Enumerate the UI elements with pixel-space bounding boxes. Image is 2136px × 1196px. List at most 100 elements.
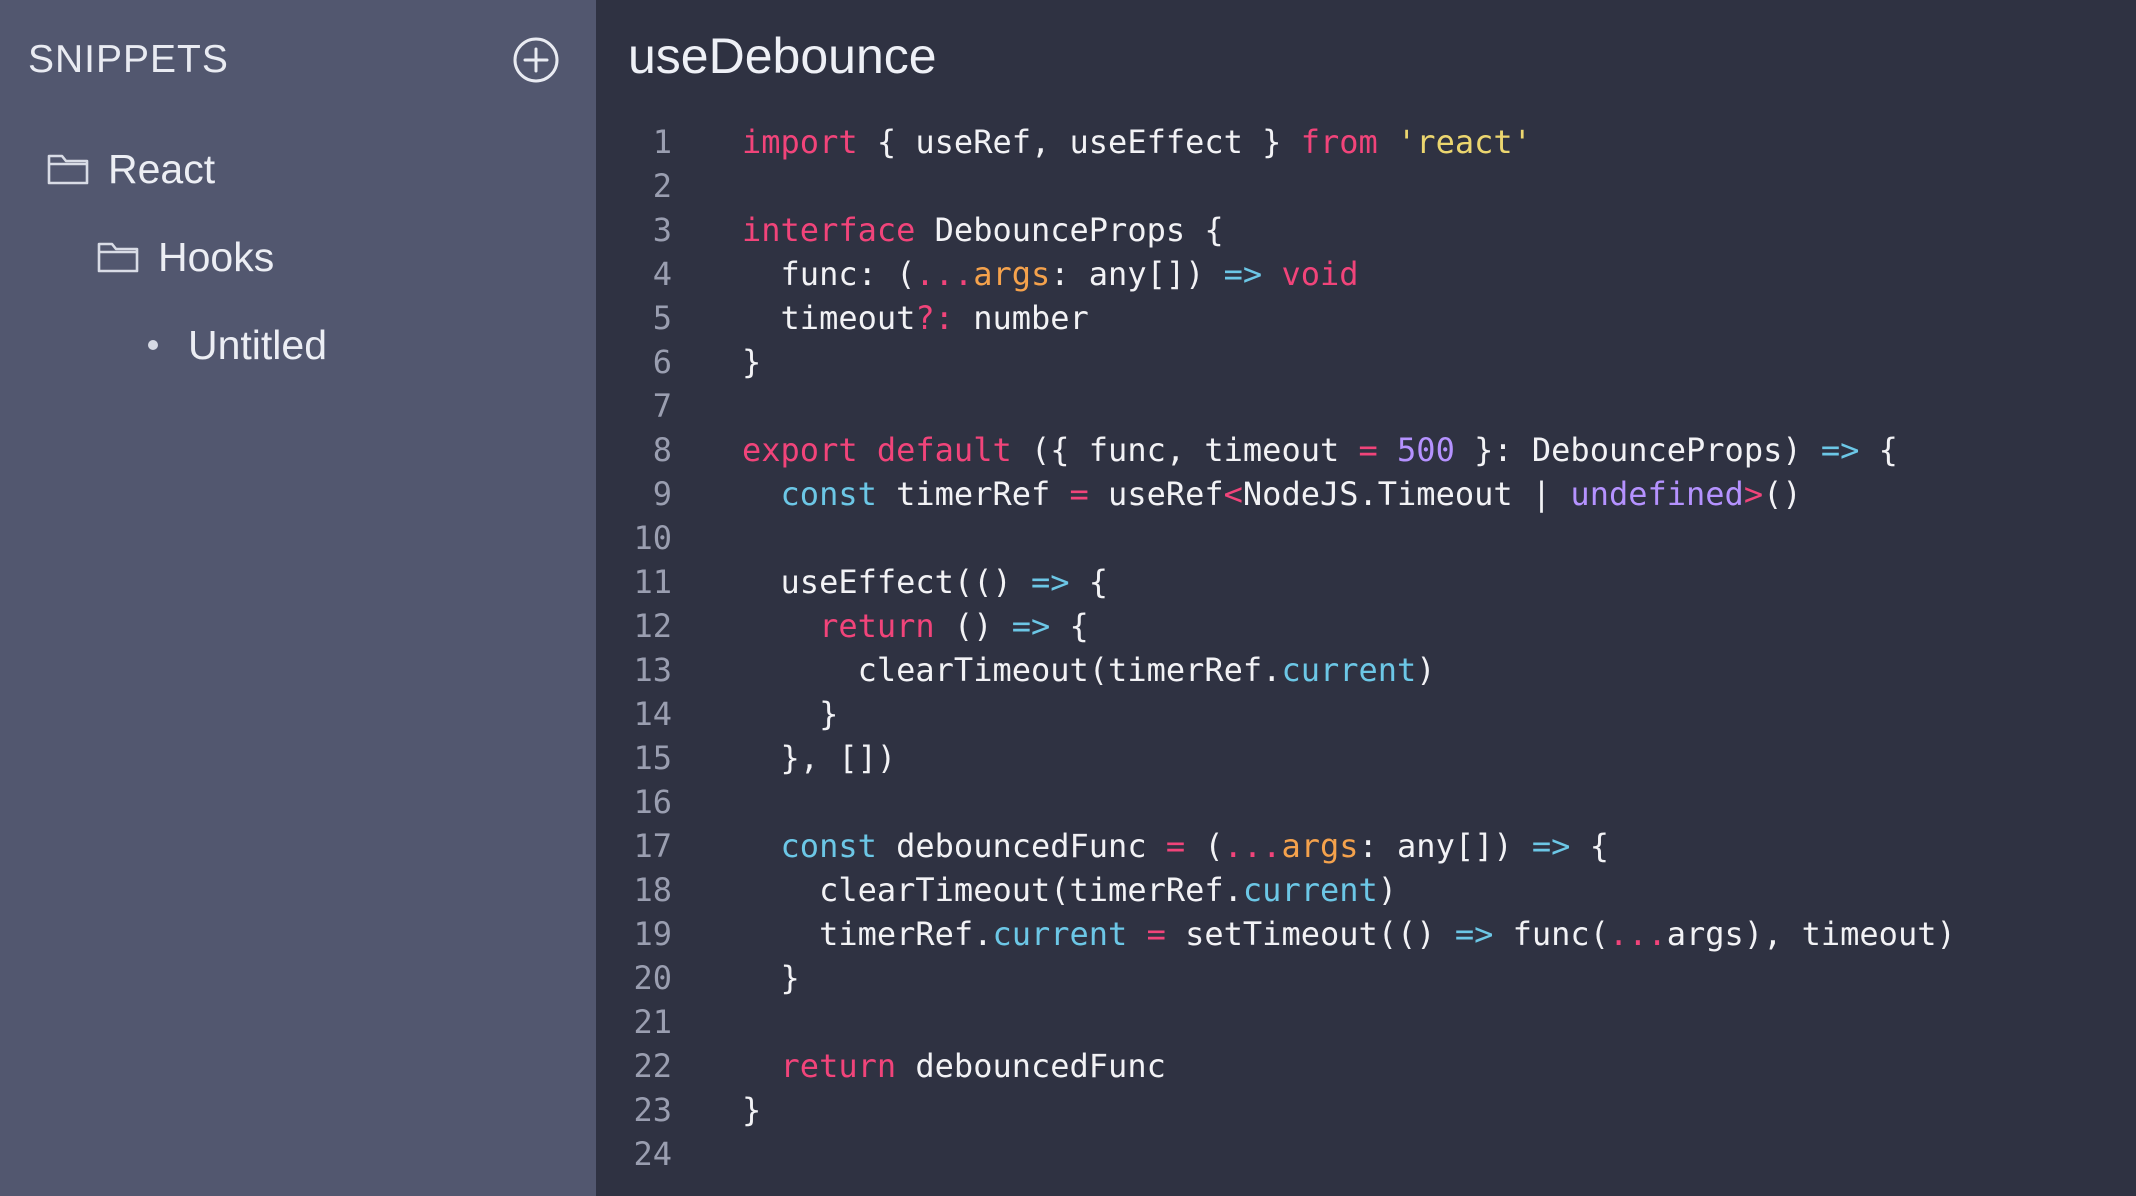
snippet-title[interactable]: useDebounce <box>628 26 937 86</box>
code-token: func( <box>1493 915 1609 953</box>
code-line[interactable]: 3 interface DebounceProps { <box>596 208 2136 252</box>
code-token: useEffect(() <box>742 563 1031 601</box>
code-token: < <box>1223 475 1243 513</box>
code-token: => <box>1223 255 1263 293</box>
line-number: 22 <box>633 1047 672 1085</box>
code-token: 500 <box>1397 431 1455 469</box>
code-line[interactable]: 9 const timerRef = useRef<NodeJS.Timeout… <box>596 472 2136 516</box>
code-line[interactable]: 18 clearTimeout(timerRef.current) <box>596 868 2136 912</box>
line-code: export default ({ func, timeout = 500 }:… <box>742 428 1898 472</box>
folder-react[interactable]: React <box>46 144 215 194</box>
line-code: } <box>742 956 800 1000</box>
code-token: return <box>780 1047 897 1085</box>
code-line[interactable]: 12 return () => { <box>596 604 2136 648</box>
line-code: import { useRef, useEffect } from 'react… <box>742 120 1532 164</box>
line-code: const debouncedFunc = (...args: any[]) =… <box>742 824 1609 868</box>
line-number: 24 <box>633 1135 672 1173</box>
line-number: 21 <box>633 1003 672 1041</box>
code-line[interactable]: 20 } <box>596 956 2136 1000</box>
line-number: 2 <box>652 167 672 205</box>
line-number: 13 <box>633 651 672 689</box>
code-token: ... <box>1223 827 1282 865</box>
line-number: 19 <box>633 915 672 953</box>
code-line[interactable]: 4 func: (...args: any[]) => void <box>596 252 2136 296</box>
code-token: } <box>742 1091 762 1129</box>
code-token: { <box>1050 607 1089 645</box>
code-line[interactable]: 7 <box>596 384 2136 428</box>
code-token: ... <box>915 255 974 293</box>
code-line[interactable]: 15 }, []) <box>596 736 2136 780</box>
code-token: current <box>1242 871 1378 909</box>
code-token: ) <box>1377 871 1398 909</box>
snippet-label: Untitled <box>188 321 328 368</box>
code-token: }: DebounceProps) <box>1454 431 1821 469</box>
code-token: current <box>1281 651 1417 689</box>
code-token: from <box>1300 123 1378 161</box>
code-token: void <box>1281 255 1359 293</box>
code-area[interactable]: 1 import { useRef, useEffect } from 'reac… <box>596 120 2136 1176</box>
code-line[interactable]: 5 timeout?: number <box>596 296 2136 340</box>
code-token: return <box>819 607 935 645</box>
code-token: clearTimeout(timerRef. <box>742 871 1243 909</box>
line-number: 1 <box>652 123 672 161</box>
folder-hooks[interactable]: Hooks <box>96 232 274 282</box>
line-code: clearTimeout(timerRef.current) <box>742 868 1397 912</box>
code-token: } <box>742 695 839 733</box>
code-token: => <box>1030 563 1070 601</box>
line-code: } <box>742 1088 761 1132</box>
line-code: useEffect(() => { <box>742 560 1109 604</box>
code-line[interactable]: 8 export default ({ func, timeout = 500 }… <box>596 428 2136 472</box>
line-number: 20 <box>633 959 672 997</box>
code-token: : any[]) <box>1050 255 1224 293</box>
folder-icon <box>47 154 89 185</box>
code-line[interactable]: 14 } <box>596 692 2136 736</box>
code-line[interactable]: 13 clearTimeout(timerRef.current) <box>596 648 2136 692</box>
code-line[interactable]: 2 <box>596 164 2136 208</box>
line-code: interface DebounceProps { <box>742 208 1224 252</box>
bullet-icon <box>148 340 158 350</box>
code-token: args <box>1281 827 1359 865</box>
line-code: timeout?: number <box>742 296 1089 340</box>
code-line[interactable]: 23} <box>596 1088 2136 1132</box>
code-token: { <box>1069 563 1109 601</box>
line-code: func: (...args: any[]) => void <box>742 252 1359 296</box>
line-code: timerRef.current = setTimeout(() => func… <box>742 912 1956 956</box>
add-snippet-button[interactable] <box>510 34 562 86</box>
code-line[interactable]: 24 <box>596 1132 2136 1176</box>
code-token: export <box>742 431 858 469</box>
code-token: = <box>1146 915 1166 953</box>
code-line[interactable]: 16 <box>596 780 2136 824</box>
code-line[interactable]: 11 useEffect(() => { <box>596 560 2136 604</box>
code-token: useRef <box>1088 475 1224 513</box>
code-token: () <box>1763 475 1802 513</box>
code-token: } <box>742 959 800 997</box>
code-line[interactable]: 6} <box>596 340 2136 384</box>
code-line[interactable]: 21 <box>596 1000 2136 1044</box>
line-number: 17 <box>633 827 672 865</box>
code-line[interactable]: 10 <box>596 516 2136 560</box>
code-token: const <box>780 475 877 513</box>
editor[interactable]: useDebounce 1 import { useRef, useEffect … <box>596 0 2136 1196</box>
code-line[interactable]: 19 timerRef.current = setTimeout(() => f… <box>596 912 2136 956</box>
line-number: 4 <box>652 255 672 293</box>
line-code: clearTimeout(timerRef.current) <box>742 648 1436 692</box>
code-token: : any[]) <box>1358 827 1532 865</box>
code-token: } <box>742 343 762 381</box>
code-line[interactable]: 1 import { useRef, useEffect } from 'reac… <box>596 120 2136 164</box>
code-token: > <box>1743 475 1764 513</box>
line-number: 14 <box>633 695 672 733</box>
code-token: ( <box>1185 827 1224 865</box>
line-number: 9 <box>652 475 672 513</box>
code-line[interactable]: 17 const debouncedFunc = (...args: any[]… <box>596 824 2136 868</box>
code-token: clearTimeout(timerRef. <box>742 651 1282 689</box>
snippet-untitled[interactable]: Untitled <box>148 320 327 370</box>
code-token: default <box>876 431 1012 469</box>
line-number: 15 <box>633 739 672 777</box>
code-line[interactable]: 22 return debouncedFunc <box>596 1044 2136 1088</box>
